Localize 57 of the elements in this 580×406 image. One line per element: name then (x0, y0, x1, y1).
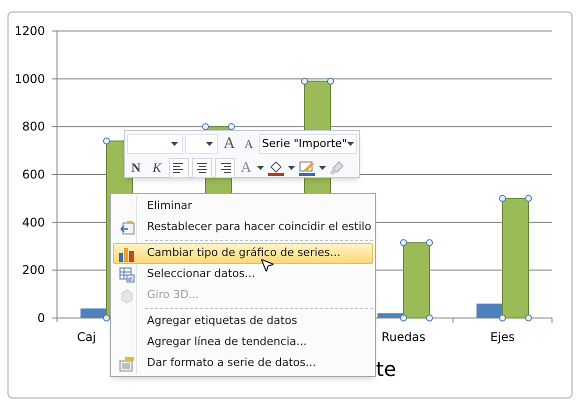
italic-button[interactable]: K (148, 158, 166, 178)
y-axis-label: 0 (37, 311, 45, 325)
shrink-font-button[interactable]: A (240, 135, 258, 153)
table-chart-icon (119, 266, 135, 282)
bar-chart-icon (118, 246, 136, 262)
pencil-icon[interactable] (298, 159, 316, 177)
selection-handle[interactable] (103, 314, 110, 322)
grow-font-button[interactable]: A (220, 132, 238, 156)
selection-handle[interactable] (301, 78, 308, 85)
align-left-icon[interactable] (169, 158, 189, 178)
selection-handle[interactable] (103, 138, 110, 145)
selection-handle[interactable] (426, 239, 433, 246)
menu-item[interactable]: Agregar línea de tendencia... (113, 332, 373, 353)
brush-icon[interactable] (329, 160, 345, 176)
y-axis-label: 1000 (14, 72, 45, 86)
paint-bucket-icon[interactable] (267, 159, 285, 177)
menu-item[interactable]: Seleccionar datos... (113, 264, 373, 285)
reset-style-icon (119, 220, 135, 236)
y-axis-label: 400 (22, 215, 45, 230)
align-right-icon[interactable] (215, 158, 235, 178)
selection-handle[interactable] (400, 239, 407, 246)
caret-icon (206, 142, 214, 146)
y-axis-label: 800 (22, 120, 45, 134)
selection-handle[interactable] (327, 78, 334, 85)
selection-handle[interactable] (202, 123, 209, 130)
menu-item[interactable]: Eliminar (113, 196, 373, 217)
axis-title: te (376, 357, 396, 381)
selection-handle[interactable] (525, 194, 532, 202)
bar[interactable] (378, 313, 404, 318)
y-axis-label: 600 (22, 168, 45, 182)
selection-handle[interactable] (525, 314, 532, 322)
menu-item[interactable]: Agregar etiquetas de datos (113, 311, 373, 332)
caret-icon (257, 166, 264, 170)
menu-item[interactable]: Cambiar tipo de gráfico de series... (113, 243, 373, 264)
font-field[interactable] (127, 134, 183, 154)
series-dropdown[interactable]: Serie "Importe" (259, 134, 358, 154)
caret-icon (347, 142, 354, 146)
y-axis-label: 200 (22, 263, 45, 278)
selection-handle[interactable] (228, 123, 235, 130)
caret-icon (288, 166, 295, 170)
align-center-icon[interactable] (192, 158, 212, 178)
category-label: Ruedas (382, 330, 426, 344)
selection-handle[interactable] (499, 194, 506, 202)
menu-item[interactable]: Restablecer para hacer coincidir el estilo (113, 217, 373, 238)
selection-handle[interactable] (426, 314, 433, 322)
cube-icon (119, 288, 135, 304)
caret-icon (319, 166, 326, 170)
category-label: Ejes (490, 330, 515, 344)
category-label: Caj (76, 330, 96, 344)
font-size-field[interactable] (184, 134, 218, 154)
selection-handle[interactable] (499, 314, 506, 322)
y-axis-label: 1200 (14, 24, 45, 38)
caret-icon (170, 142, 178, 146)
format-icon (119, 356, 135, 372)
bold-button[interactable]: N (127, 158, 145, 178)
menu-item[interactable]: Dar formato a serie de datos... (113, 353, 373, 374)
selection-handle[interactable] (400, 314, 407, 322)
